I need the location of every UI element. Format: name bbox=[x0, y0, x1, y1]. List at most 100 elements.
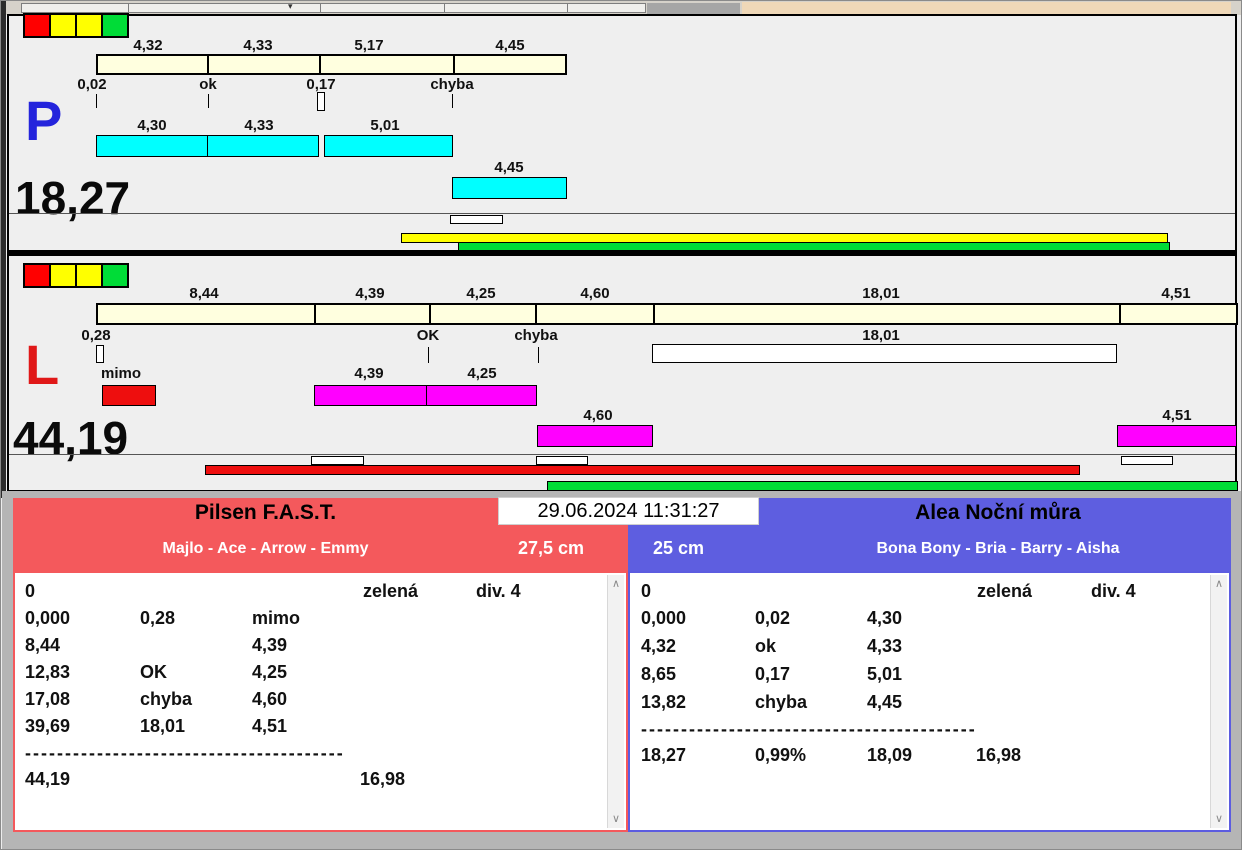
l-run-split-label: 4,60 bbox=[583, 407, 613, 424]
team-right-height: 25 cm bbox=[653, 538, 705, 558]
p-run-split-label: 4,33 bbox=[244, 117, 274, 134]
result-row: 0,000 0,28 mimo bbox=[15, 608, 626, 634]
result-cell: 4,45 bbox=[867, 692, 903, 712]
result-cell: 39,69 bbox=[25, 716, 71, 736]
start-lights-l bbox=[23, 263, 129, 288]
p-run-split-label: 5,01 bbox=[370, 117, 400, 134]
light-red-icon bbox=[23, 263, 51, 288]
result-cell: 5,01 bbox=[867, 664, 903, 684]
l-mimo-label: mimo bbox=[101, 365, 142, 382]
light-yellow2-icon bbox=[75, 263, 103, 288]
toolbar-gray-area bbox=[647, 3, 740, 14]
result-row: 4,32 ok 4,33 bbox=[630, 636, 1229, 662]
team-left-name: Pilsen F.A.S.T. bbox=[194, 501, 337, 524]
p-run-bar bbox=[207, 135, 319, 157]
p-mark-label: chyba bbox=[430, 76, 474, 93]
p-mark-label: ok bbox=[199, 76, 217, 93]
l-mark-label: 18,01 bbox=[862, 327, 900, 344]
light-yellow1-icon bbox=[49, 263, 77, 288]
result-cell: 4,32 bbox=[641, 636, 677, 656]
team-right-result-panel: 0 zelená div. 4 0,000 0,02 4,30 4,32 ok … bbox=[628, 571, 1231, 832]
p-ideal-split-label: 4,45 bbox=[495, 37, 525, 54]
team-left-result-panel: 0 zelená div. 4 0,000 0,28 mimo 8,44 4,3… bbox=[13, 571, 628, 832]
dashes: ----------------------------------------… bbox=[641, 719, 977, 739]
result-cell: 8,44 bbox=[25, 635, 61, 655]
result-cell: 0,17 bbox=[755, 664, 791, 684]
result-cell: 4,60 bbox=[252, 689, 288, 709]
p-mark-label: 0,17 bbox=[306, 76, 336, 93]
dashes: ---------------------------------------- bbox=[25, 743, 345, 763]
l-mark-label: 0,28 bbox=[81, 327, 111, 344]
separator-row: ---------------------------------------- bbox=[15, 743, 626, 769]
dropdown-caret-icon[interactable]: ▾ bbox=[288, 1, 293, 12]
p-mark-tick bbox=[96, 94, 97, 108]
l-sensor-tick bbox=[96, 345, 104, 363]
left-panel-scrollbar[interactable]: ∧ ∨ bbox=[607, 575, 624, 828]
l-ideal-split-label: 18,01 bbox=[862, 285, 900, 302]
lane-l-letter: L bbox=[25, 333, 60, 396]
team-left-dogs: Majlo - Ace - Arrow - Emmy bbox=[162, 540, 369, 557]
toolbar-segment[interactable] bbox=[567, 3, 646, 13]
total-row: 44,19 16,98 bbox=[15, 769, 626, 795]
result-row: 17,08 chyba 4,60 bbox=[15, 689, 626, 715]
l-run-bar bbox=[426, 385, 537, 406]
l-mark-label: chyba bbox=[514, 327, 558, 344]
result-cell: OK bbox=[140, 662, 167, 682]
l-long-split-bar bbox=[652, 344, 1117, 363]
result-row: 0,000 0,02 4,30 bbox=[630, 608, 1229, 634]
scroll-down-icon[interactable]: ∨ bbox=[608, 812, 624, 826]
result-cell: 4,30 bbox=[867, 608, 903, 628]
result-row: 13,82 chyba 4,45 bbox=[630, 692, 1229, 718]
l-progress-divider bbox=[9, 454, 1235, 455]
light-yellow2-icon bbox=[75, 13, 103, 38]
lane-p-total-time: 18,27 bbox=[15, 172, 131, 224]
datetime-display: 29.06.2024 11:31:27 bbox=[498, 497, 759, 525]
best-possible-cell: 16,98 bbox=[976, 745, 1022, 765]
p-run-bar bbox=[324, 135, 453, 157]
l-ideal-split-bar bbox=[96, 303, 1238, 325]
l-progress-green-bar bbox=[547, 481, 1238, 491]
p-run-split-label: 4,30 bbox=[137, 117, 167, 134]
result-cell: 18,01 bbox=[140, 716, 186, 736]
l-run-split-label: 4,25 bbox=[467, 365, 497, 382]
l-mark-tick bbox=[538, 347, 539, 363]
result-row: 39,69 18,01 4,51 bbox=[15, 716, 626, 742]
l-progress-white-bar bbox=[311, 456, 364, 465]
l-progress-white-bar bbox=[1121, 456, 1173, 465]
app-window: ▾ 4,32 4,33 5,17 4,45 0,02 ok 0,17 chyba… bbox=[0, 0, 1242, 850]
toolbar-segment[interactable] bbox=[320, 3, 445, 13]
scroll-up-icon[interactable]: ∧ bbox=[1211, 577, 1227, 591]
toolbar-segment[interactable] bbox=[444, 3, 568, 13]
p-progress-divider bbox=[9, 213, 1235, 214]
start-lights-p bbox=[23, 13, 129, 38]
lane-p-letter: P bbox=[25, 89, 63, 152]
division-cell: div. 4 bbox=[1091, 581, 1136, 601]
net-time-cell: 18,09 bbox=[867, 745, 913, 765]
l-ideal-split-label: 8,44 bbox=[189, 285, 219, 302]
result-cell: mimo bbox=[252, 608, 301, 628]
right-panel-scrollbar[interactable]: ∧ ∨ bbox=[1210, 575, 1227, 828]
p-run-bar bbox=[96, 135, 208, 157]
light-red-icon bbox=[23, 13, 51, 38]
result-row: 0 zelená div. 4 bbox=[15, 581, 626, 607]
p-ideal-split-label: 4,33 bbox=[243, 37, 273, 54]
result-cell: 0,000 bbox=[641, 608, 687, 628]
lane-divider bbox=[7, 250, 1237, 256]
l-run-bar bbox=[537, 425, 653, 447]
light-green-icon bbox=[101, 263, 129, 288]
l-mimo-bar bbox=[102, 385, 156, 406]
background-window-edge bbox=[1, 1, 6, 498]
p-ideal-split-label: 5,17 bbox=[354, 37, 384, 54]
scroll-up-icon[interactable]: ∧ bbox=[608, 577, 624, 591]
l-ideal-split-label: 4,60 bbox=[580, 285, 610, 302]
total-time-cell: 18,27 bbox=[641, 745, 687, 765]
scroll-down-icon[interactable]: ∨ bbox=[1211, 812, 1227, 826]
l-run-bar bbox=[1117, 425, 1237, 447]
result-cell: 8,65 bbox=[641, 664, 677, 684]
p-ideal-split-bar bbox=[96, 54, 567, 75]
toolbar-fragment: ▾ bbox=[2, 1, 1241, 15]
total-row: 18,27 0,99% 18,09 16,98 bbox=[630, 745, 1229, 771]
toolbar-segment[interactable] bbox=[21, 3, 129, 13]
result-cell: chyba bbox=[140, 689, 193, 709]
total-time-cell: 44,19 bbox=[25, 769, 71, 789]
